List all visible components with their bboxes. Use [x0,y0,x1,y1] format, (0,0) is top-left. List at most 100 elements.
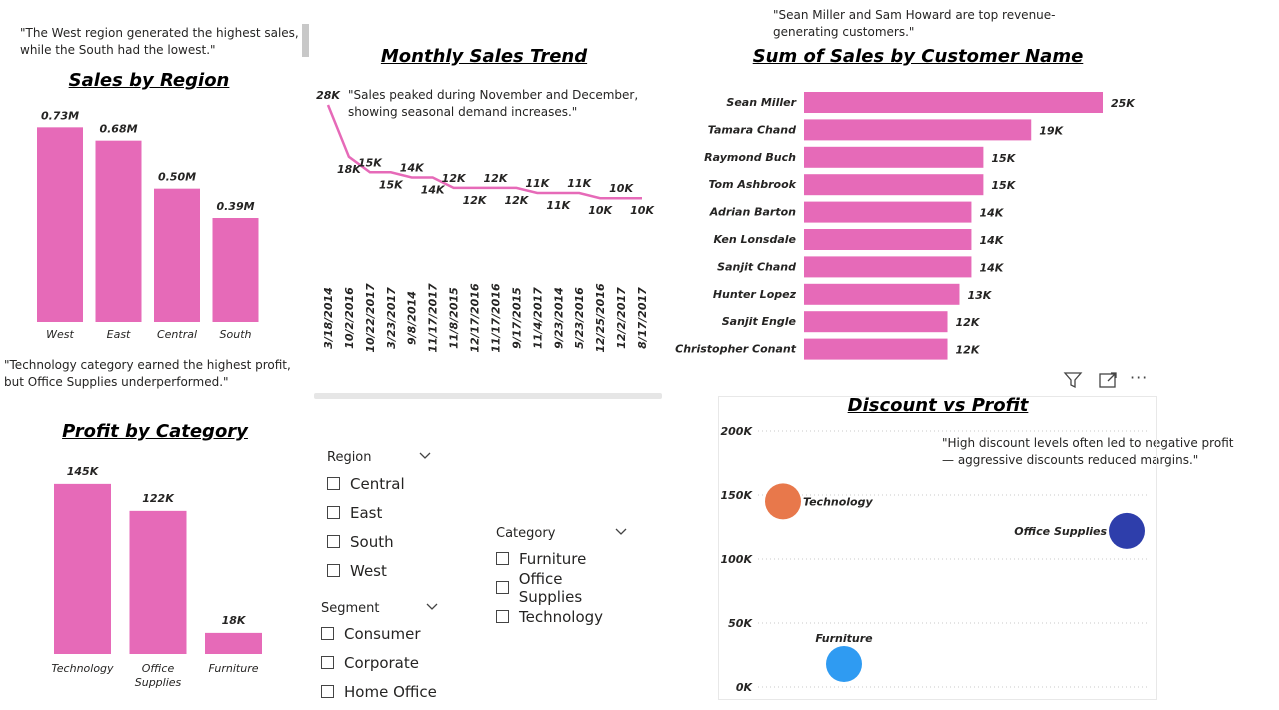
segment-option-corporate[interactable]: Corporate [321,648,439,677]
checkbox[interactable] [496,610,509,623]
filter-icon[interactable] [1062,369,1084,395]
option-label: South [350,532,394,551]
x-tick-label: 10/22/2017 [364,283,377,353]
x-tick-label: South [220,328,252,341]
chevron-down-icon[interactable] [425,601,439,616]
bar [804,92,1103,113]
bar [804,283,960,305]
option-label: West [350,561,387,580]
y-tick-label: Sanjit Engle [722,315,797,328]
bar [804,311,948,333]
x-tick-label: Technology [51,662,114,675]
segment-option-consumer[interactable]: Consumer [321,619,439,648]
checkbox[interactable] [327,564,340,577]
x-tick-label: East [107,328,131,341]
bar [95,140,142,322]
region-insight-note: "The West region generated the highest s… [20,26,299,57]
option-label: Office Supplies [518,569,583,606]
x-tick-label: Supplies [135,676,182,689]
category-slicer: Category Furniture Office Supplies Techn… [496,522,628,631]
data-label: 11K [567,177,592,190]
y-tick-label: Adrian Barton [709,206,796,219]
scatter-point [1109,512,1145,549]
bar [804,201,972,223]
segment-slicer-title: Segment [321,600,380,616]
data-label: 14K [421,184,446,197]
checkbox[interactable] [321,685,334,698]
focus-mode-icon[interactable] [1097,369,1119,395]
category-option-office-supplies[interactable]: Office Supplies [496,570,628,606]
region-option-central[interactable]: Central [327,469,432,498]
more-options-icon[interactable]: ··· [1130,368,1148,387]
x-tick-label: 12/2/2017 [615,287,628,349]
region-option-south[interactable]: South [327,527,432,556]
data-label: 0.68M [99,123,137,136]
data-label: 10K [609,182,634,195]
checkbox[interactable] [327,506,340,519]
option-label: Furniture [519,549,587,568]
data-label: 10K [630,204,655,217]
monthly-sales-trend-chart: 28K18K15K15K14K14K12K12K12K12K11K11K11K1… [314,89,662,399]
data-label: 145K [67,465,100,478]
data-label: 10K [588,204,613,217]
data-label: 12K [463,194,488,207]
region-option-west[interactable]: West [327,556,432,585]
x-tick-label: 12/25/2016 [594,283,607,353]
category-insight-note: "Technology category earned the highest … [4,358,291,389]
checkbox[interactable] [327,477,340,490]
point-label: Furniture [815,632,873,645]
bar [212,218,259,322]
chevron-down-icon[interactable] [614,526,628,541]
x-tick-label: Central [157,328,197,341]
x-tick-label: 11/17/2016 [489,283,502,353]
bar [804,338,948,360]
y-tick-label: Hunter Lopez [713,288,797,301]
chevron-down-icon[interactable] [418,450,432,465]
y-tick-label: Sanjit Chand [717,260,796,273]
x-tick-label: West [46,328,74,341]
x-tick-label: 8/17/2017 [636,287,649,349]
x-tick-label: 9/8/2014 [406,291,419,345]
data-label: 28K [316,89,341,102]
data-label: 12K [484,172,509,185]
checkbox[interactable] [321,656,334,669]
profit-by-category-title: Profit by Category [62,421,248,442]
data-label: 14K [979,234,1004,247]
region-option-east[interactable]: East [327,498,432,527]
segment-option-home-office[interactable]: Home Office [321,677,439,706]
checkbox[interactable] [496,552,509,565]
scatter-point [826,645,862,682]
y-tick-label: Raymond Buch [704,151,796,164]
bar [804,146,984,168]
category-option-technology[interactable]: Technology [496,602,628,631]
bar [804,119,1032,141]
point-label: Technology [803,495,873,508]
y-tick-label: Ken Lonsdale [713,233,796,246]
x-tick-label: 11/8/2015 [448,287,461,349]
checkbox[interactable] [496,581,509,594]
option-label: East [350,503,383,522]
data-label: 12K [442,172,467,185]
bar [37,127,83,322]
data-label: 0.50M [158,171,196,184]
scrollbar-thumb[interactable] [302,24,309,57]
sales-by-region-title: Sales by Region [68,70,230,91]
option-label: Technology [519,607,604,626]
x-tick-label: 11/17/2017 [427,283,440,353]
visual-toolbar: ··· [1060,368,1160,392]
data-label: 14K [979,261,1004,274]
checkbox[interactable] [327,535,340,548]
horizontal-scrollbar [314,393,662,399]
x-tick-label: Furniture [209,662,259,675]
data-label: 12K [956,344,981,357]
option-label: Corporate [344,653,419,672]
data-label: 14K [400,162,425,175]
discount-vs-profit-chart: 200K 150K 100K 50K 0K Technology Office Suppli… [718,396,1157,700]
data-label: 12K [956,316,981,329]
sales-by-region-chart: 0.73M West 0.68M East 0.50M Central 0.39M South [37,109,259,341]
checkbox[interactable] [321,627,334,640]
x-tick-label: 3/18/2014 [322,287,335,349]
point-label: Office Supplies [1014,525,1107,538]
option-label: Consumer [344,624,421,643]
x-tick-label: 11/4/2017 [531,287,544,349]
